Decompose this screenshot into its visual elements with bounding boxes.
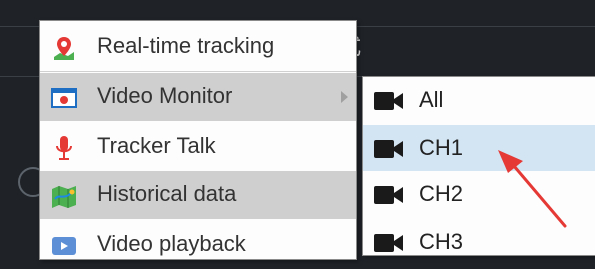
microphone-icon <box>50 134 78 162</box>
submenu-item-label: CH2 <box>419 181 464 206</box>
camera-icon <box>374 92 403 110</box>
menu-item-label: Tracker Talk <box>97 133 216 158</box>
menu-item-tracker-talk[interactable]: Tracker Talk <box>40 123 356 171</box>
camera-icon <box>374 140 403 158</box>
submenu-item-all[interactable]: All <box>363 77 595 123</box>
menu-item-video-playback[interactable]: Video playback <box>40 221 356 269</box>
menu-item-label: Historical data <box>97 181 237 206</box>
submenu-item-label: CH1 <box>419 135 464 160</box>
menu-item-video-monitor[interactable]: Video Monitor <box>40 73 356 121</box>
camera-icon <box>374 234 403 252</box>
video-playback-icon <box>50 232 78 260</box>
submenu-item-ch1[interactable]: CH1 <box>363 125 595 171</box>
menu-item-label: Video playback <box>97 231 246 256</box>
video-monitor-icon <box>50 84 78 112</box>
menu-item-real-time-tracking[interactable]: Real-time tracking <box>40 23 356 71</box>
menu-item-historical-data[interactable]: Historical data <box>40 171 356 219</box>
video-monitor-submenu: All CH1 CH2 CH3 <box>362 76 595 256</box>
submenu-arrow-icon <box>341 91 348 103</box>
submenu-item-ch3[interactable]: CH3 <box>363 219 595 265</box>
submenu-item-label: All <box>419 87 444 112</box>
submenu-item-label: CH3 <box>419 229 464 254</box>
menu-item-label: Video Monitor <box>97 83 233 108</box>
menu-item-label: Real-time tracking <box>97 33 275 58</box>
map-pin-icon <box>50 34 78 62</box>
camera-icon <box>374 186 403 204</box>
menu-separator <box>40 71 356 72</box>
context-menu: Real-time tracking Video Monitor Tracker… <box>39 20 357 260</box>
submenu-item-ch2[interactable]: CH2 <box>363 171 595 217</box>
map-history-icon <box>50 182 78 210</box>
